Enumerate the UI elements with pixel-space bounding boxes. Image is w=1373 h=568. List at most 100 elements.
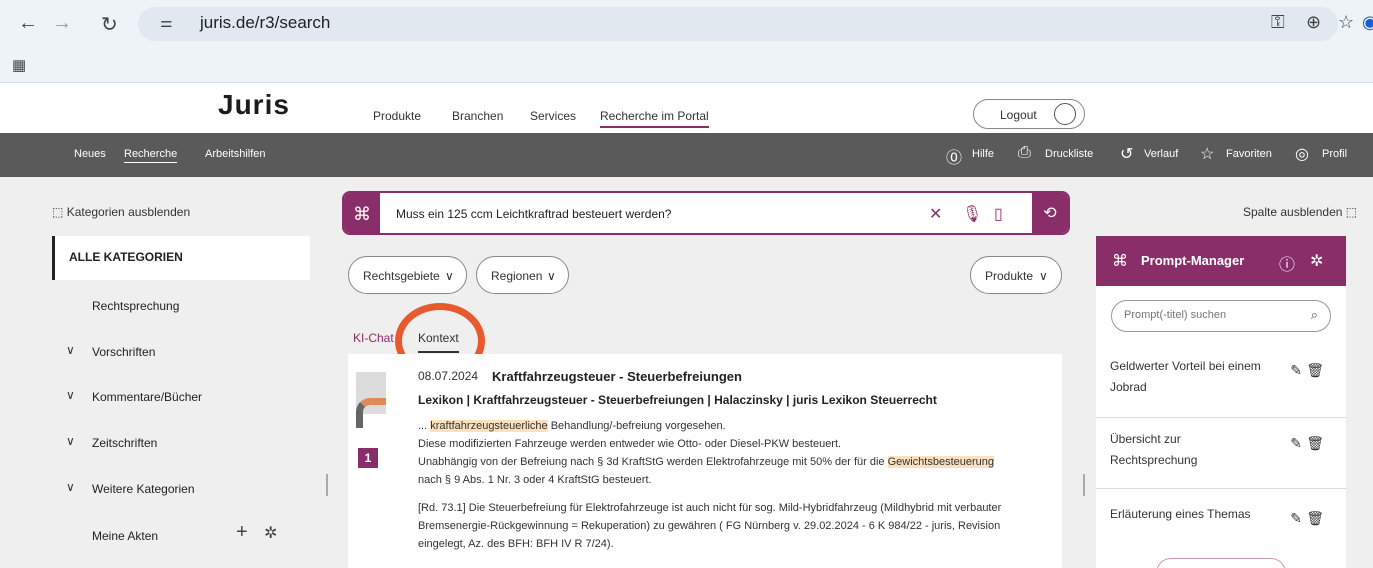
prompt-item-label: Erläuterung eines Themas <box>1110 507 1251 521</box>
browser-chrome: ← → ↻ ⚌ juris.de/r3/search ⚿ ⊕ ☆ ◉ <box>0 0 1373 48</box>
hide-categories-label: Kategorien ausblenden <box>66 205 191 219</box>
rechtsgebiete-label: Rechtsgebiete <box>363 269 440 283</box>
result-snippet-line: nach § 9 Abs. 1 Nr. 3 oder 4 KraftStG be… <box>418 474 652 486</box>
prompt-item[interactable]: Erläuterung eines Themas ✎ 🗑 <box>1110 504 1332 526</box>
more-prompts-button[interactable] <box>1156 558 1286 568</box>
result-title[interactable]: Kraftfahrzeugsteuer - Steuerbefreiungen <box>492 369 742 384</box>
microphone-icon[interactable]: 🎙 <box>962 204 982 224</box>
produkte-label: Produkte <box>985 269 1034 283</box>
star-icon[interactable]: ☆ <box>1338 12 1354 33</box>
category-vorschriften-label: Vorschriften <box>92 345 156 359</box>
prompt-item-label: Geldwerter Vorteil bei einem Jobrad <box>1110 359 1261 394</box>
divider <box>1096 417 1346 418</box>
meine-akten-label: Meine Akten <box>92 529 159 543</box>
info-icon[interactable]: ⓘ <box>1279 251 1295 275</box>
nav-recherche-im-portal[interactable]: Recherche im Portal <box>600 109 709 128</box>
chevron-down-icon: ∨ <box>66 343 75 357</box>
site-info-icon[interactable]: ⚌ <box>160 14 173 31</box>
portal-toolbar: Neues Recherche Arbeitshilfen ⓪ Hilfe ⎙ … <box>0 133 1373 177</box>
left-column-resizer[interactable] <box>326 474 328 496</box>
forward-arrow-icon[interactable]: → <box>52 12 72 35</box>
pencil-icon[interactable]: ✎ <box>1290 433 1302 454</box>
url-text[interactable]: juris.de/r3/search <box>200 13 330 33</box>
logout-label: Logout <box>1000 108 1037 122</box>
trash-icon[interactable]: 🗑 <box>1306 360 1324 381</box>
trash-icon[interactable]: 🗑 <box>1306 433 1324 454</box>
result-snippet-line: Unabhängig von der Befreiung nach § 3d K… <box>418 456 995 468</box>
result-source: Lexikon | Kraftfahrzeugsteuer - Steuerbe… <box>418 393 937 407</box>
category-all[interactable]: ALLE KATEGORIEN <box>52 236 310 280</box>
toolbar-profil[interactable]: Profil <box>1322 148 1347 160</box>
produkte-dropdown[interactable]: Produkte ∨ <box>970 256 1062 294</box>
result-snippet-line: [Rd. 73.1] Die Steuerbefreiung für Elekt… <box>418 502 1002 514</box>
category-rechtsprechung[interactable]: Rechtsprechung <box>52 285 310 329</box>
logout-button[interactable]: Logout <box>973 99 1085 129</box>
prompt-search-field[interactable]: ⌕ <box>1111 300 1331 332</box>
profile-icon[interactable]: ◉ <box>1362 12 1373 33</box>
hide-categories-toggle[interactable]: ⬚ Kategorien ausblenden <box>52 205 190 219</box>
nav-services[interactable]: Services <box>530 109 576 123</box>
nav-produkte[interactable]: Produkte <box>373 109 421 123</box>
toolbar-neues[interactable]: Neues <box>74 148 106 160</box>
printer-icon[interactable]: ⎙ <box>1018 144 1031 162</box>
category-zeitschriften[interactable]: ∨ Zeitschriften <box>52 422 310 466</box>
star-outline-icon[interactable]: ☆ <box>1200 144 1214 164</box>
toolbar-favoriten[interactable]: Favoriten <box>1226 148 1272 160</box>
hide-column-label: Spalte ausblenden <box>1243 205 1343 219</box>
pencil-icon[interactable]: ✎ <box>1290 508 1302 529</box>
panel-toggle-icon: ⬚ <box>1345 205 1358 219</box>
toolbar-arbeitshilfen[interactable]: Arbeitshilfen <box>205 148 266 160</box>
category-vorschriften[interactable]: ∨ Vorschriften <box>52 331 310 375</box>
result-date: 08.07.2024 <box>418 369 479 383</box>
user-avatar-icon <box>1054 103 1076 125</box>
meine-akten[interactable]: Meine Akten + ✲ <box>52 515 310 559</box>
category-weitere[interactable]: ∨ Weitere Kategorien <box>52 468 310 512</box>
ai-network-icon: ⌘ <box>1112 253 1128 270</box>
rechtsgebiete-dropdown[interactable]: Rechtsgebiete ∨ <box>348 256 467 294</box>
zoom-icon[interactable]: ⊕ <box>1306 12 1321 33</box>
profile-circle-icon[interactable]: ◎ <box>1295 144 1309 164</box>
prompt-search-input[interactable] <box>1124 309 1294 321</box>
nav-branchen[interactable]: Branchen <box>452 109 503 123</box>
clear-icon[interactable]: ✕ <box>929 204 942 224</box>
search-input[interactable]: Muss ein 125 ccm Leichtkraftrad besteuer… <box>396 207 671 221</box>
regionen-dropdown[interactable]: Regionen ∨ <box>476 256 569 294</box>
prompt-item[interactable]: Übersicht zur Rechtsprechung ✎ 🗑 <box>1110 429 1332 471</box>
toolbar-druckliste[interactable]: Druckliste <box>1045 148 1093 160</box>
add-icon[interactable]: + <box>236 521 248 544</box>
search-icon[interactable]: ⌕ <box>1311 307 1318 323</box>
trash-icon[interactable]: 🗑 <box>1306 508 1324 529</box>
toolbar-verlauf[interactable]: Verlauf <box>1144 148 1178 160</box>
result-card[interactable]: 1 08.07.2024 Kraftfahrzeugsteuer - Steue… <box>348 354 1062 568</box>
toolbar-recherche[interactable]: Recherche <box>124 148 178 163</box>
chevron-down-icon: ∨ <box>66 434 75 448</box>
history-icon[interactable]: ↺ <box>1120 144 1133 164</box>
chevron-down-icon: ∨ <box>1039 269 1048 283</box>
key-icon[interactable]: ⚿ <box>1271 12 1285 33</box>
right-column-resizer[interactable] <box>1083 474 1085 496</box>
tab-ki-chat[interactable]: KI-Chat <box>353 331 394 345</box>
hide-column-toggle[interactable]: Spalte ausblenden ⬚ <box>1243 205 1357 219</box>
gear-icon[interactable]: ✲ <box>1310 251 1323 271</box>
reload-icon[interactable]: ↻ <box>101 12 118 37</box>
help-icon[interactable]: ⓪ <box>946 144 962 168</box>
category-weitere-label: Weitere Kategorien <box>92 482 195 496</box>
toolbar-hilfe[interactable]: Hilfe <box>972 148 994 160</box>
pencil-icon[interactable]: ✎ <box>1290 360 1302 381</box>
main-area: ⬚ Kategorien ausblenden ALLE KATEGORIEN … <box>0 177 1373 568</box>
history-loop-icon[interactable]: ⟲ <box>1032 193 1068 233</box>
juris-logo[interactable]: Juris <box>218 89 290 121</box>
bookmark-icon[interactable]: ▯ <box>994 204 1003 224</box>
site-header: Juris Produkte Branchen Services Recherc… <box>0 83 1373 133</box>
category-zeitschriften-label: Zeitschriften <box>92 436 158 450</box>
snippet-text: Behandlung/-befreiung vorgesehen. <box>550 420 726 432</box>
highlight-term: kraftfahrzeugsteuerliche <box>430 420 548 432</box>
prompt-manager-title: Prompt-Manager <box>1141 253 1245 268</box>
back-arrow-icon[interactable]: ← <box>18 12 38 35</box>
gear-icon[interactable]: ✲ <box>264 523 277 543</box>
apps-grid-icon[interactable]: ▦ <box>12 56 26 74</box>
result-number-badge: 1 <box>358 448 378 468</box>
category-kommentare[interactable]: ∨ Kommentare/Bücher <box>52 376 310 420</box>
prompt-item[interactable]: Geldwerter Vorteil bei einem Jobrad ✎ 🗑 <box>1110 356 1332 398</box>
result-snippet-line: Bremsenergie-Rückgewinnung = Rekuperatio… <box>418 520 1001 532</box>
